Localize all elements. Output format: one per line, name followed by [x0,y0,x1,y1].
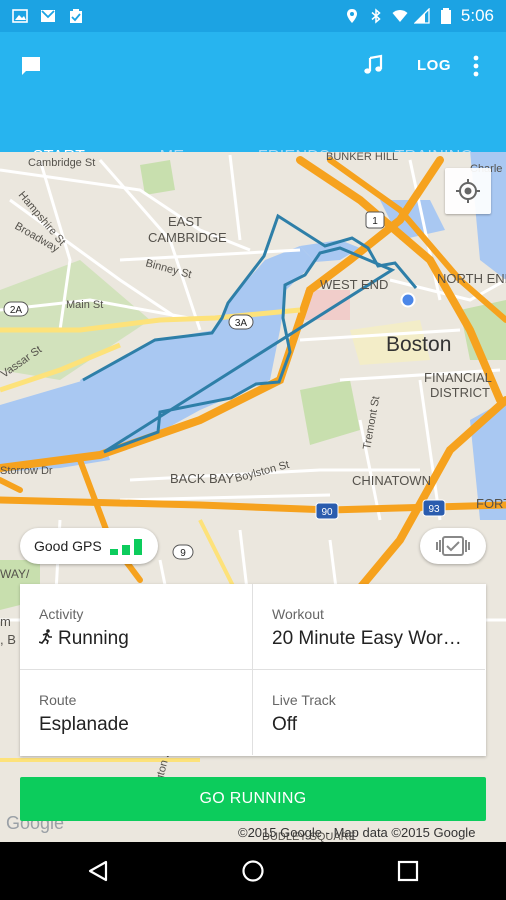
sensor-button[interactable] [420,528,486,564]
my-location-button[interactable] [445,168,491,214]
map-label-cambridge: CAMBRIDGE [148,230,227,245]
map-label-boston: Boston [386,333,451,356]
livetrack-label: Live Track [272,692,336,708]
route-value: Esplanade [39,714,129,735]
go-running-button[interactable]: GO RUNNING [20,777,486,821]
map-copyright: ©2015 Google - Map data ©2015 Google [238,825,475,840]
location-icon [347,9,357,23]
activity-cell[interactable]: Activity Running [20,584,253,670]
workout-value: 20 Minute Easy Wor… [272,628,462,649]
map-label-way: WAY/ [0,567,30,581]
map-label-north-end: NORTH END [437,271,506,286]
crosshair-icon [456,179,480,203]
gallery-notification-icon [12,9,28,23]
log-button[interactable]: LOG [417,57,451,74]
map-label-bunker-hill: BUNKER HILL [326,152,398,163]
gps-status-label: Good GPS [34,538,102,554]
activity-value: Running [58,628,129,649]
livetrack-cell[interactable]: Live Track Off [253,670,485,755]
shield-route-93: 93 [428,504,440,515]
back-icon[interactable] [86,859,110,883]
livetrack-value: Off [272,714,297,735]
shield-route-2a: 2A [10,305,23,316]
device-sensor-icon [436,536,470,556]
status-bar: 5:06 [0,0,506,32]
clipboard-notification-icon [70,9,82,23]
activity-value-row: Running [39,628,239,650]
map-label-edge-m: m [0,614,11,629]
workout-settings-card: Activity Running Workout 20 Minute Easy … [20,584,486,756]
app-bar: LOG START ME FRIENDS TRAINING [0,32,506,184]
runner-icon [39,629,52,645]
map-label-chinatown: CHINATOWN [352,473,431,488]
map-label-storrow: Storrow Dr [0,465,53,477]
system-nav-bar [0,842,506,900]
map-label-east: EAST [168,214,202,229]
chat-icon[interactable] [20,55,42,77]
map-label-financial: FINANCIAL [424,370,492,385]
route-cell[interactable]: Route Esplanade [20,670,253,755]
shield-route-90: 90 [321,507,333,518]
gmail-notification-icon [41,10,55,22]
map-label-main-st: Main St [66,299,103,311]
home-icon[interactable] [241,859,265,883]
map-label-cambridge-st: Cambridge St [28,157,95,169]
map-label-fort: FORT [476,496,506,511]
activity-label: Activity [39,606,84,622]
bluetooth-icon [371,8,381,24]
gps-signal-icon [110,539,142,555]
recents-icon[interactable] [397,860,419,882]
map-label-district: DISTRICT [430,385,490,400]
workout-cell[interactable]: Workout 20 Minute Easy Wor… [253,584,485,670]
overflow-menu-icon[interactable] [470,54,482,78]
music-icon[interactable] [362,54,384,76]
shield-route-1: 1 [372,216,378,227]
map-label-edge-b: , B [0,632,16,647]
shield-route-9: 9 [180,548,186,559]
map-label-west-end: WEST END [320,277,388,292]
gps-status-badge[interactable]: Good GPS [20,528,158,564]
status-time: 5:06 [460,6,494,25]
wifi-icon [392,10,408,22]
cell-signal-icon [414,8,430,24]
shield-route-3a: 3A [235,318,248,329]
battery-icon [441,8,451,24]
map-label-back-bay: BACK BAY [170,471,234,486]
workout-label: Workout [272,606,324,622]
route-label: Route [39,692,77,708]
